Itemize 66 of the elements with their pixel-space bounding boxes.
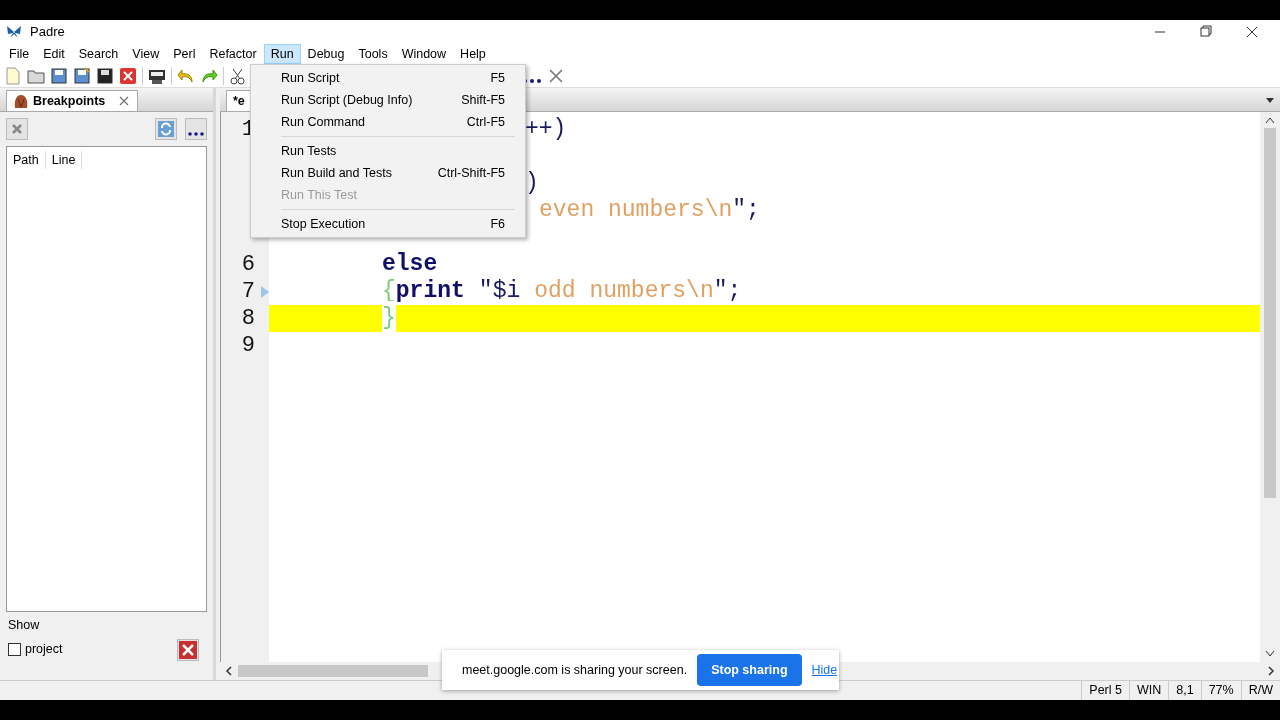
menu-item[interactable]: Debug [300,44,352,64]
menu-item[interactable]: Tools [351,44,395,64]
save-icon[interactable] [96,66,114,85]
delete-button[interactable] [6,118,28,140]
scrollbar-thumb[interactable] [1264,128,1276,498]
status-text: 77% [1200,681,1241,700]
menu-item[interactable]: Search [71,44,126,64]
code-text: "$i [477,277,521,307]
column-header[interactable]: Path [7,150,46,170]
refresh-button[interactable] [155,118,177,140]
menu-item[interactable]: Window [394,44,454,64]
status-text: 8,1 [1168,681,1201,700]
file-tab[interactable]: *e [226,90,252,111]
dropdown-icon[interactable] [1265,96,1275,104]
scroll-down-icon[interactable] [1265,650,1275,658]
code-text: odd numbers\n [533,277,714,307]
save-icon[interactable] [50,66,68,85]
butterfly-icon [6,25,22,39]
checkbox[interactable] [8,643,21,657]
line-number: 8 [240,305,255,333]
menu-item[interactable]: Help [453,44,493,64]
menu-item[interactable]: Run Command Ctrl-F5 [251,111,525,133]
share-message: meet.google.com is sharing your screen. [462,661,688,679]
column-header[interactable]: Line [45,150,83,170]
status-text: Perl 5 [1081,681,1129,700]
tab-label: Breakpoints [33,92,106,110]
status-text: R/W [1240,681,1280,700]
scroll-up-icon[interactable] [1265,116,1275,124]
scissors-icon[interactable] [229,66,247,85]
delete-icon [11,123,23,135]
status-text: WIN [1128,681,1169,700]
hide-link[interactable]: Hide [811,660,838,680]
menu-item[interactable]: Edit [36,44,72,64]
menu-item[interactable]: View [125,44,167,64]
menu-item[interactable]: Run Build and Tests Ctrl-Shift-F5 [251,162,525,184]
more-button[interactable] [185,118,207,140]
close-icon[interactable] [547,66,565,85]
code-text: "; [713,277,742,307]
code-text: even numbers\n [538,196,733,226]
menu-item[interactable]: Run Script F5 [251,67,525,89]
line-number: 6 [240,251,255,279]
close-icon[interactable] [119,66,137,85]
line-number: 7 [240,278,255,306]
code-text: ++) [525,115,567,145]
line-number: 9 [240,332,255,360]
window-title: Padre [30,23,65,42]
scrollbar-thumb[interactable] [238,665,428,677]
code-text: ) [525,169,539,199]
menu-item[interactable]: Run [263,44,301,64]
checkbox-label: project [25,641,63,659]
code-text: print [395,277,465,307]
close-icon [179,640,197,659]
code-text: "; [732,196,760,226]
refresh-icon [158,121,174,137]
menu-item[interactable]: Refactor [202,44,264,64]
save-icon[interactable] [73,66,91,85]
close-panel-button[interactable] [177,638,199,661]
menu-item[interactable]: Stop Execution F6 [251,213,525,235]
menu-item[interactable]: Run Script (Debug Info) Shift-F5 [251,89,525,111]
show-label: Show [8,617,41,634]
menu-item[interactable]: File [2,44,37,64]
menu-item[interactable]: Perl [166,44,203,64]
stop-sharing-button[interactable]: Stop sharing [697,653,802,687]
more-icon [188,132,204,136]
panel-tab[interactable]: Breakpoints [6,90,139,111]
menu-item[interactable]: Run Tests [251,140,525,162]
